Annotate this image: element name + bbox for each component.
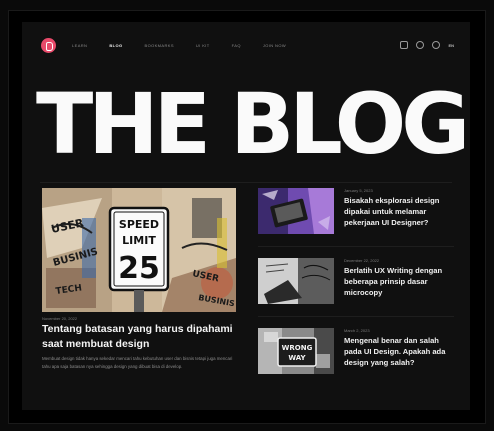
featured-image[interactable]: USER BUSINIS TECH USER BUSINIS SPEED LIM… <box>42 188 236 312</box>
article-item[interactable]: WRONG WAY March 2, 2023 Mengenal benar d… <box>258 328 458 382</box>
svg-text:WRONG: WRONG <box>282 344 313 352</box>
svg-text:SPEED: SPEED <box>119 218 159 231</box>
divider <box>258 316 454 317</box>
wrong-way-collage-image: WRONG WAY <box>258 328 334 374</box>
logo-icon[interactable] <box>41 38 56 53</box>
nav-item-blog[interactable]: BLOG <box>109 43 122 48</box>
dribbble-icon[interactable] <box>432 41 441 49</box>
divider <box>258 246 454 247</box>
writing-collage-image <box>258 258 334 304</box>
featured-date: November 20, 2022 <box>42 316 78 321</box>
svg-text:25: 25 <box>118 251 160 286</box>
nav-item-ui-kit[interactable]: UI KIT <box>196 43 210 48</box>
article-thumbnail[interactable]: WRONG WAY <box>258 328 334 374</box>
page-title: THE BLOG <box>36 75 470 173</box>
article-title[interactable]: Mengenal benar dan salah pada UI Design.… <box>344 335 456 368</box>
language-switch[interactable]: EN <box>448 43 454 48</box>
twitter-icon[interactable] <box>400 41 409 49</box>
svg-text:WAY: WAY <box>288 354 306 362</box>
article-title[interactable]: Bisakah eksplorasi design dipakai untuk … <box>344 195 456 228</box>
featured-excerpt: Membuat design tidak hanya sekedar menca… <box>42 356 233 369</box>
article-item[interactable]: January 5, 2023 Bisakah eksplorasi desig… <box>258 188 458 242</box>
article-thumbnail[interactable] <box>258 188 334 234</box>
article-thumbnail[interactable] <box>258 258 334 304</box>
nav-item-join-now[interactable]: JOIN NOW <box>263 43 286 48</box>
svg-text:LIMIT: LIMIT <box>122 234 156 247</box>
nav-item-learn[interactable]: LEARN <box>72 43 87 48</box>
divider <box>40 182 452 183</box>
featured-title[interactable]: Tentang batasan yang harus dipahami saat… <box>42 322 242 352</box>
top-nav: LEARN BLOG BOOKMARKS UI KIT FAQ JOIN NOW… <box>22 22 470 68</box>
social-links: EN <box>400 41 454 49</box>
laptop-collage-image <box>258 188 334 234</box>
nav-item-faq[interactable]: FAQ <box>232 43 241 48</box>
article-date: December 22, 2022 <box>344 258 380 263</box>
article-date: January 5, 2023 <box>344 188 373 193</box>
article-item[interactable]: December 22, 2022 Berlatih UX Writing de… <box>258 258 458 312</box>
instagram-icon[interactable] <box>416 41 425 49</box>
blog-page: LEARN BLOG BOOKMARKS UI KIT FAQ JOIN NOW… <box>22 22 470 410</box>
speed-limit-collage-image: USER BUSINIS TECH USER BUSINIS SPEED LIM… <box>42 188 236 312</box>
nav-item-bookmarks[interactable]: BOOKMARKS <box>145 43 174 48</box>
article-title[interactable]: Berlatih UX Writing dengan beberapa prin… <box>344 265 456 298</box>
main-menu: LEARN BLOG BOOKMARKS UI KIT FAQ JOIN NOW <box>72 43 308 48</box>
article-date: March 2, 2023 <box>344 328 370 333</box>
